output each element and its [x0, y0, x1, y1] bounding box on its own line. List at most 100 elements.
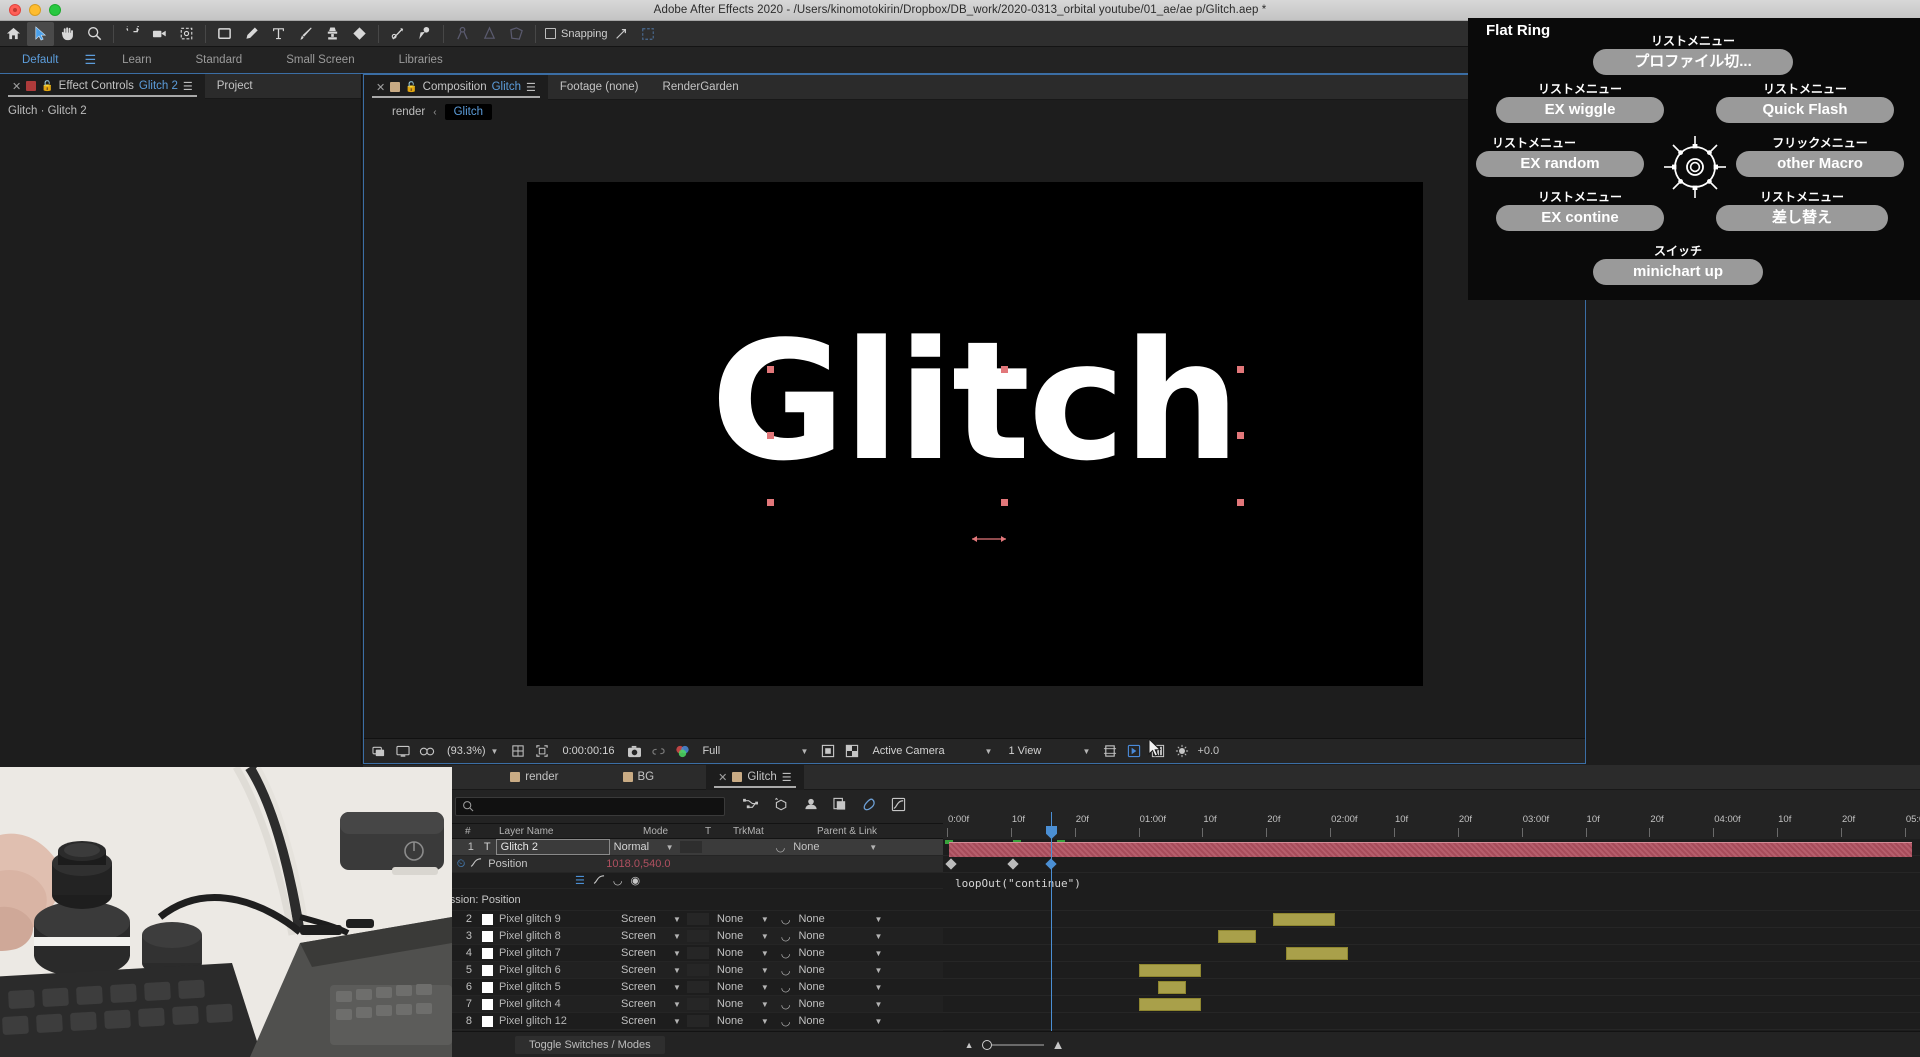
chevron-down-icon-parent[interactable]: ▼	[874, 949, 882, 958]
chevron-down-icon-trkmat[interactable]: ▼	[761, 983, 769, 992]
timeline-track-rows[interactable]: loopOut("continue")	[943, 839, 1920, 1031]
zoom-level-select[interactable]: (93.3%) ▼	[442, 742, 503, 760]
selection-handle[interactable]	[1236, 432, 1244, 439]
row-mode[interactable]: Screen	[621, 1015, 673, 1027]
breadcrumb-parent[interactable]: render	[392, 106, 425, 118]
chevron-down-icon-mode[interactable]: ▼	[673, 1000, 681, 1009]
row-parent[interactable]: None	[798, 964, 846, 976]
row-parent[interactable]: None	[798, 1015, 846, 1027]
track-row[interactable]	[943, 996, 1920, 1013]
row-mode[interactable]: Screen	[621, 998, 673, 1010]
row-parent[interactable]: None	[798, 947, 846, 959]
grid-guides-icon[interactable]	[509, 741, 527, 761]
selection-handle[interactable]	[1236, 366, 1244, 373]
channels-icon[interactable]	[673, 741, 691, 761]
flat-ring-slot-bottom[interactable]: スイッチ minichart up	[1593, 242, 1763, 285]
stopwatch-icon[interactable]: ⏲	[457, 858, 466, 871]
composition-breadcrumb[interactable]: render ‹ Glitch	[364, 100, 1585, 124]
collapse-transformations-icon[interactable]	[833, 797, 848, 816]
panel-menu-icon[interactable]: ☰	[183, 80, 193, 93]
timeline-graph-area[interactable]: 0:00f 10f 20f 01:00f 10f 20f 02:00f 10f 20f 03:00…	[943, 812, 1920, 1031]
snapping-toggle[interactable]: Snapping	[545, 28, 608, 40]
selection-handle[interactable]	[1000, 366, 1008, 373]
snapping-arrow-icon[interactable]	[608, 22, 635, 46]
workspace-menu-icon[interactable]: ☰	[80, 47, 100, 73]
workspace-libraries[interactable]: Libraries	[377, 47, 465, 73]
chevron-down-icon-mode[interactable]: ▼	[673, 1017, 681, 1026]
row-parent[interactable]: None	[798, 930, 846, 942]
row-trkmat[interactable]: None	[717, 981, 761, 993]
viewer-timecode[interactable]: 0:00:00:16	[557, 742, 619, 760]
row-parent-pickwhip-icon[interactable]: ◡	[781, 930, 791, 943]
fast-preview-icon[interactable]	[1125, 741, 1143, 761]
webcam-video-overlay[interactable]	[0, 767, 452, 1057]
chevron-down-icon-trkmat[interactable]: ▼	[761, 915, 769, 924]
row-trkmat[interactable]: None	[717, 998, 761, 1010]
composition-canvas[interactable]: Glitch	[526, 182, 1423, 686]
graph-editor-icon[interactable]	[891, 797, 906, 817]
snapping-checkbox-icon[interactable]	[545, 28, 556, 39]
expression-text[interactable]: loopOut("continue")	[955, 877, 1081, 890]
tab-close-icon-tl[interactable]: ✕	[718, 771, 727, 784]
anchor-point-icon[interactable]	[971, 532, 1006, 542]
layer-clip-block[interactable]	[1158, 981, 1186, 994]
row-trkmat[interactable]: None	[717, 1015, 761, 1027]
track-row[interactable]	[943, 962, 1920, 979]
zoom-out-icon[interactable]: ▲	[965, 1040, 974, 1050]
expression-pickwhip-icon[interactable]: ◡	[613, 874, 623, 887]
hide-shy-layers-icon[interactable]	[803, 797, 819, 816]
expression-enable-icon[interactable]: ☰	[575, 874, 585, 887]
breadcrumb-current[interactable]: Glitch	[444, 104, 492, 120]
timeline-search-input[interactable]	[480, 800, 711, 813]
chevron-down-icon-cam[interactable]: ▼	[985, 747, 993, 756]
timeline-menu-icon[interactable]: ☰	[782, 771, 792, 784]
puppet-mesh-tool-icon[interactable]	[503, 22, 530, 46]
flat-ring-overlay[interactable]: Flat Ring リストメニュー プロファイル切... リストメニュー EX …	[1468, 18, 1920, 300]
workspace-learn[interactable]: Learn	[100, 47, 173, 73]
composition-tabbar[interactable]: ✕ 🔓 Composition Glitch ☰ Footage (none) …	[364, 74, 1585, 100]
puppet-pin-tool-icon[interactable]	[411, 22, 438, 46]
selection-handle[interactable]	[766, 366, 774, 373]
tab-footage[interactable]: Footage (none)	[548, 75, 651, 100]
row-parent[interactable]: None	[798, 913, 846, 925]
chevron-down-icon-parent[interactable]: ▼	[874, 983, 882, 992]
camera-tool-icon[interactable]	[146, 22, 173, 46]
enable-frame-blending-icon[interactable]	[862, 797, 877, 817]
chevron-down-icon-res[interactable]: ▼	[801, 747, 809, 756]
lock-icon[interactable]: 🔓	[41, 81, 53, 92]
chevron-down-icon-parent[interactable]: ▼	[874, 932, 882, 941]
timeline-search[interactable]	[455, 797, 726, 816]
home-icon[interactable]	[0, 22, 27, 46]
resolution-select[interactable]: Full ▼	[697, 742, 813, 760]
flat-ring-button-ex-wiggle[interactable]: EX wiggle	[1496, 97, 1664, 123]
tab-render[interactable]: render	[498, 765, 570, 790]
track-row[interactable]	[943, 911, 1920, 928]
tab-close-icon[interactable]: ✕	[12, 80, 21, 93]
workspace-standard[interactable]: Standard	[174, 47, 265, 73]
row-parent[interactable]: None	[798, 981, 846, 993]
flat-ring-slot-mid-right[interactable]: フリックメニュー other Macro	[1736, 134, 1904, 177]
flat-ring-dial-icon[interactable]	[1664, 136, 1726, 198]
zoom-in-icon[interactable]: ▲	[1052, 1037, 1065, 1052]
exposure-value[interactable]: +0.0	[1197, 745, 1219, 757]
lock-icon-comp[interactable]: 🔓	[405, 82, 417, 93]
zoom-tool-icon[interactable]	[81, 22, 108, 46]
effect-controls-tabbar[interactable]: ✕ 🔓 Effect Controls Glitch 2 ☰ Project	[0, 73, 361, 99]
type-tool-icon[interactable]	[265, 22, 292, 46]
timeline-header-icons[interactable]	[743, 797, 906, 817]
property-name[interactable]: Position	[488, 858, 606, 870]
main-viewer-icon[interactable]	[394, 741, 412, 761]
layer-clip-block[interactable]	[1273, 913, 1335, 926]
expression-graph-icon[interactable]	[593, 874, 605, 888]
row-layer-name[interactable]: Pixel glitch 8	[499, 930, 617, 942]
keyframe-marker[interactable]	[1007, 858, 1019, 870]
flat-ring-button-minichart-up[interactable]: minichart up	[1593, 259, 1763, 285]
draft-3d-icon[interactable]	[773, 797, 789, 817]
tab-glitch[interactable]: ✕ Glitch ☰	[706, 764, 804, 790]
chevron-down-icon-trkmat[interactable]: ▼	[761, 1017, 769, 1026]
row-layer-name[interactable]: Glitch 2	[495, 839, 610, 855]
flat-ring-button-quick-flash[interactable]: Quick Flash	[1716, 97, 1894, 123]
row-mode[interactable]: Screen	[621, 964, 673, 976]
chevron-down-icon-parent[interactable]: ▼	[874, 966, 882, 975]
flat-ring-button-ex-random[interactable]: EX random	[1476, 151, 1644, 177]
